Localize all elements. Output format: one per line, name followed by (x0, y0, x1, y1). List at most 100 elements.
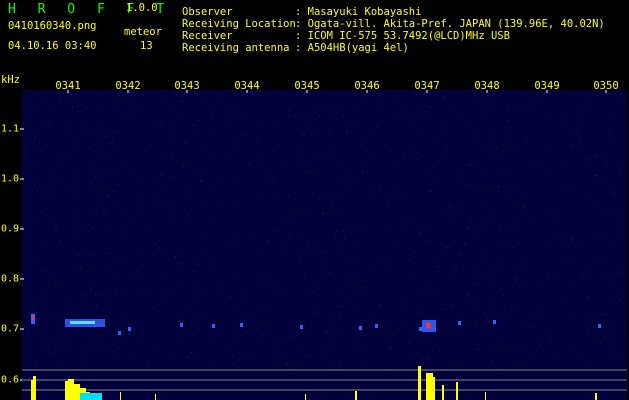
noise-speck (626, 94, 628, 96)
noise-speck (500, 288, 502, 290)
noise-speck (508, 140, 510, 142)
noise-speck (88, 223, 90, 225)
noise-speck (118, 94, 120, 96)
noise-speck (385, 90, 387, 92)
noise-speck (79, 255, 81, 257)
noise-speck (194, 321, 196, 323)
noise-speck (596, 156, 598, 158)
noise-speck (479, 116, 481, 118)
noise-speck (87, 147, 90, 149)
noise-speck (31, 312, 34, 314)
noise-speck (183, 322, 185, 324)
noise-speck (233, 236, 236, 238)
noise-speck (30, 337, 32, 339)
noise-speck (547, 337, 550, 339)
noise-speck (261, 120, 263, 122)
noise-speck (396, 102, 398, 104)
noise-speck (364, 95, 367, 97)
noise-speck (524, 326, 527, 328)
noise-speck (341, 328, 344, 330)
noise-speck (445, 251, 447, 253)
noise-speck (617, 232, 620, 234)
noise-speck (475, 323, 478, 326)
noise-speck (337, 290, 339, 292)
noise-speck (120, 116, 122, 118)
noise-speck (345, 125, 348, 127)
noise-speck (354, 290, 356, 292)
noise-speck (487, 301, 490, 303)
noise-speck (434, 139, 437, 141)
noise-speck (232, 355, 234, 357)
noise-speck (433, 292, 435, 294)
noise-speck (74, 148, 76, 151)
noise-speck (257, 153, 259, 155)
noise-speck (604, 336, 606, 339)
noise-speck (550, 338, 552, 340)
noise-speck (424, 287, 427, 289)
noise-speck (550, 150, 553, 152)
noise-speck (222, 97, 224, 99)
time-label: 0347 (414, 80, 440, 92)
noise-speck (470, 217, 473, 219)
noise-speck (274, 340, 276, 342)
noise-speck (511, 185, 513, 187)
noise-speck (67, 186, 69, 188)
noise-speck (138, 195, 140, 197)
noise-speck (464, 243, 466, 245)
noise-speck (212, 133, 214, 135)
noise-speck (201, 200, 204, 203)
noise-speck (320, 104, 323, 106)
noise-speck (111, 345, 113, 347)
noise-speck (94, 177, 96, 179)
noise-speck (126, 236, 128, 238)
noise-speck (509, 173, 512, 175)
noise-speck (98, 93, 101, 95)
noise-speck (204, 292, 206, 295)
noise-speck (588, 159, 591, 161)
noise-speck (114, 131, 117, 133)
noise-speck (325, 331, 327, 333)
noise-speck (239, 111, 241, 113)
noise-speck (217, 287, 219, 289)
noise-speck (146, 288, 149, 290)
noise-speck (43, 268, 46, 271)
noise-speck (305, 213, 308, 215)
noise-speck (38, 216, 40, 218)
noise-speck (190, 352, 192, 354)
noise-speck (377, 306, 380, 308)
noise-speck (298, 322, 300, 324)
meteor-echo (300, 325, 303, 329)
noise-speck (493, 107, 496, 109)
noise-speck (546, 174, 549, 176)
noise-speck (421, 333, 423, 335)
noise-speck (478, 348, 480, 351)
noise-speck (227, 119, 230, 121)
noise-speck (40, 269, 43, 271)
noise-speck (26, 331, 29, 333)
noise-speck (514, 278, 516, 280)
noise-speck (369, 328, 371, 330)
noise-speck (260, 249, 262, 251)
noise-speck (567, 245, 569, 247)
noise-speck (608, 186, 610, 188)
noise-speck (350, 279, 353, 281)
noise-speck (564, 164, 566, 166)
noise-speck (427, 111, 429, 113)
noise-speck (192, 334, 194, 336)
noise-speck (570, 314, 572, 316)
noise-speck (402, 322, 404, 324)
noise-speck (125, 338, 127, 340)
noise-speck (248, 233, 250, 235)
noise-speck (469, 184, 471, 186)
noise-speck (118, 347, 120, 349)
noise-speck (431, 177, 434, 179)
noise-speck (311, 153, 314, 155)
noise-speck (101, 146, 104, 148)
freq-label: 0.8 (1, 273, 20, 285)
noise-speck (411, 353, 413, 355)
noise-speck (311, 308, 314, 310)
noise-speck (266, 320, 268, 322)
noise-speck (85, 94, 87, 96)
noise-speck (179, 251, 181, 253)
noise-speck (288, 235, 290, 237)
